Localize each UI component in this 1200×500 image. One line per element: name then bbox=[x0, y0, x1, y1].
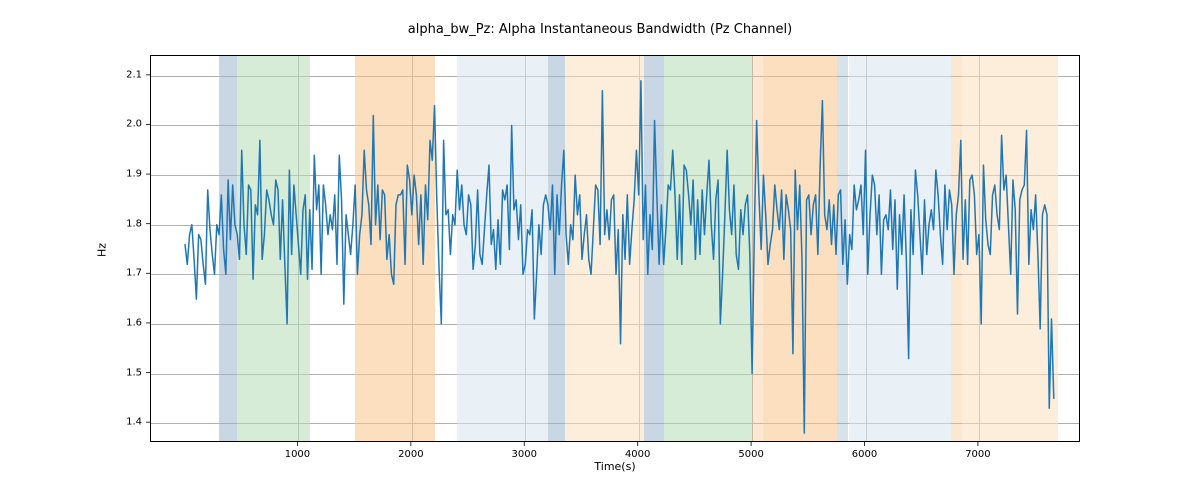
data-line bbox=[185, 81, 1054, 433]
x-tick-label: 5000 bbox=[738, 449, 763, 460]
y-tick-label: 1.4 bbox=[120, 417, 142, 428]
x-tick-label: 4000 bbox=[625, 449, 650, 460]
figure: alpha_bw_Pz: Alpha Instantaneous Bandwid… bbox=[0, 0, 1200, 500]
y-tick-label: 1.9 bbox=[120, 169, 142, 180]
x-tick-label: 2000 bbox=[398, 449, 423, 460]
x-tick-label: 3000 bbox=[512, 449, 537, 460]
y-tick-label: 1.6 bbox=[120, 317, 142, 328]
x-axis-label: Time(s) bbox=[594, 460, 635, 473]
y-tick-label: 2.1 bbox=[120, 69, 142, 80]
y-tick-label: 1.7 bbox=[120, 268, 142, 279]
x-tick-label: 1000 bbox=[285, 449, 310, 460]
plot-area bbox=[150, 55, 1080, 442]
chart-title: alpha_bw_Pz: Alpha Instantaneous Bandwid… bbox=[0, 22, 1200, 37]
y-tick-label: 1.5 bbox=[120, 367, 142, 378]
y-tick-label: 1.8 bbox=[120, 218, 142, 229]
x-tick-label: 6000 bbox=[852, 449, 877, 460]
y-tick-label: 2.0 bbox=[120, 119, 142, 130]
x-tick-label: 7000 bbox=[965, 449, 990, 460]
line-series bbox=[151, 56, 1079, 441]
y-axis-label: Hz bbox=[96, 243, 109, 257]
